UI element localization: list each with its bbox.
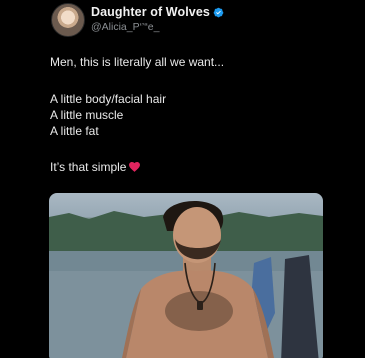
tweet-text-simple: It’s that simple [50, 160, 127, 174]
avatar[interactable] [51, 3, 85, 37]
tweet-card: Daughter of Wolves @Alicia_P‘’“e_ Men, t… [0, 0, 365, 358]
author-handle[interactable]: @Alicia_P‘’“e_ [91, 21, 159, 33]
tweet-text-line-3: A little muscle [50, 108, 124, 122]
tweet-text-line-4: A little fat [50, 124, 99, 138]
tweet-text-line-1: Men, this is literally all we want... [50, 55, 225, 69]
attached-photo[interactable] [49, 193, 323, 358]
author-display-name[interactable]: Daughter of Wolves [91, 5, 210, 19]
red-heart-icon [129, 162, 141, 172]
photo-scene [49, 200, 323, 358]
tweet-text-line-5: It’s that simple [50, 160, 141, 174]
tweet-text-line-2: A little body/facial hair [50, 92, 167, 106]
verified-badge-icon [213, 7, 224, 17]
author-name-row: Daughter of Wolves [91, 5, 224, 19]
